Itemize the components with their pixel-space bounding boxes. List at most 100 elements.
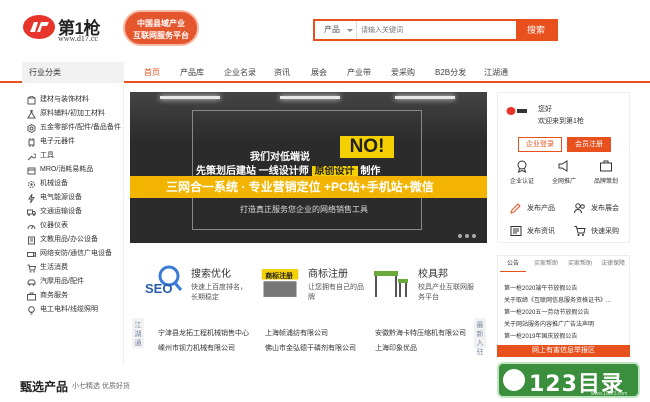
cart-icon [27, 264, 36, 273]
notice-item[interactable]: 第一枪2020五一劳动节放假公告 [504, 307, 589, 316]
feature-xiaojubang[interactable]: 校具邦 校具产业互联网服务平台 [362, 257, 480, 315]
company-link[interactable]: 安徽黔海卡特压缩机有限公司 [375, 328, 466, 338]
banner-strip-text: 三网合一系统 · 专业营销定位 +PC站+手机站+微信 [166, 180, 434, 194]
banner-no: NO! [340, 136, 394, 158]
banner-line-2: 先策划后建站 一线设计师 原创设计 制作 [196, 162, 380, 177]
company-link[interactable]: 上海印象优品 [375, 343, 417, 353]
tab-jianghutong[interactable]: 江湖通 [132, 318, 144, 348]
flask-icon [27, 110, 36, 119]
company-link[interactable]: 嵊州市钡力机械有限公司 [158, 343, 235, 353]
sidebar-item-label: 生活消费 [40, 264, 68, 271]
nav-item-products[interactable]: 产品库 [180, 62, 204, 83]
sidebar-item-mro[interactable]: MRO/消耗易耗品 [22, 163, 124, 177]
quick-purchase-link[interactable]: 快速采购 [566, 224, 624, 238]
badge-line-1: 中国县域产业 [137, 18, 185, 28]
sidebar-item-instruments[interactable]: 仪器仪表 [22, 219, 124, 233]
brand-label: 品牌策划 [593, 179, 618, 185]
feature-seo[interactable]: SEO 搜索优化 快速上百度排名，长期稳定 [135, 257, 253, 315]
publish-product-icon [510, 203, 521, 214]
sidebar-item-label: 电子元器件 [40, 138, 75, 145]
notice-item[interactable]: 第一枪2019年国庆放假公告 [504, 331, 577, 340]
nav-item-home[interactable]: 首页 [144, 62, 160, 83]
truck-icon [27, 209, 36, 216]
sidebar-item-tools[interactable]: 工具 [22, 149, 124, 163]
carousel-dot[interactable] [472, 234, 476, 238]
certify-icon [517, 160, 527, 173]
sidebar-item-security[interactable]: 网络安防/通信广电设备 [22, 247, 124, 261]
feature-trademark[interactable]: 商标注册 商标注册 让您拥有自己的品牌 [252, 257, 370, 315]
banner-line-1: 我们对低端说 [250, 152, 310, 163]
login-button[interactable]: 企业登录 [518, 137, 562, 152]
publish-news-link[interactable]: 发布资讯 [502, 224, 560, 238]
search-button[interactable]: 搜索 [516, 21, 556, 39]
tab-legal[interactable]: 法律保障 [598, 256, 628, 272]
feature-title: 商标注册 [308, 269, 348, 280]
brand-link[interactable]: 品牌策划 [588, 159, 624, 189]
main-nav: 行业分类 首页 产品库 企业名录 资讯 展会 产业带 爱采购 B2B分发 江湖通 [0, 62, 650, 83]
sidebar-item-label: 汽摩用品/配件 [40, 278, 84, 285]
nav-item-industry-belt[interactable]: 产业带 [347, 62, 371, 83]
sidebar-item-business[interactable]: 商务服务 [22, 289, 124, 303]
user-welcome: 欢迎来到第1枪 [538, 118, 584, 125]
sidebar-item-consumer[interactable]: 生活消费 [22, 261, 124, 275]
certify-link[interactable]: 企业认证 [504, 159, 540, 189]
sidebar-item-materials[interactable]: 原料辅料/初加工材料 [22, 107, 124, 121]
brand-icon [600, 160, 612, 172]
sidebar-item-machinery[interactable]: 机械设备 [22, 177, 124, 191]
search-input[interactable] [361, 22, 501, 38]
nut-icon [27, 124, 36, 133]
sidebar-item-auto[interactable]: 汽摩用品/配件 [22, 275, 124, 289]
trademark-badge-text: 商标注册 [265, 271, 293, 280]
briefcase-icon [27, 292, 36, 301]
nav-item-b2b[interactable]: B2B分发 [435, 62, 466, 83]
search-category-select[interactable]: 产品 [315, 21, 357, 39]
book-icon [28, 236, 35, 245]
company-link[interactable]: 宁津县龙拓工程机械销售中心 [158, 328, 249, 338]
building-icon [27, 96, 36, 105]
nav-item-companies[interactable]: 企业名录 [224, 62, 256, 83]
publish-news-icon [510, 226, 522, 236]
nav-item-news[interactable]: 资讯 [274, 62, 290, 83]
notice-item[interactable]: 第一枪2020端午节放假公告 [504, 283, 577, 292]
quick-purchase-icon [574, 226, 586, 236]
publish-exhibition-link[interactable]: 发布展会 [566, 201, 624, 215]
company-link[interactable]: 上海帧浦纺有限公司 [265, 328, 328, 338]
tab-notice[interactable]: 公告 [500, 256, 526, 272]
sidebar-item-label: 交通运输设备 [40, 208, 82, 215]
company-link[interactable]: 佛山市金弘德干磷剂有限公司 [265, 343, 356, 353]
publish-product-link[interactable]: 发布产品 [502, 201, 560, 215]
user-panel: 您好 欢迎来到第1枪 企业登录 会员注册 企业认证 全网推广 品牌策划 发布产品… [497, 92, 630, 243]
trademark-icon: 商标注册 [261, 269, 299, 297]
chevron-down-icon [347, 29, 353, 32]
sidebar-item-building[interactable]: 建材与装饰材料 [22, 93, 124, 107]
nav-item-aicaigou[interactable]: 爱采购 [391, 62, 415, 83]
feature-desc: 让您拥有自己的品牌 [308, 284, 364, 301]
register-button[interactable]: 会员注册 [567, 137, 611, 152]
wrench-icon [27, 153, 36, 161]
sidebar-item-label: 五金零部件/配件/备品备件 [40, 124, 121, 131]
sidebar-item-electrical[interactable]: 电气能源设备 [22, 191, 124, 205]
sidebar-item-transport[interactable]: 交通运输设备 [22, 205, 124, 219]
carousel-dot[interactable] [458, 234, 462, 238]
carousel-dot[interactable] [465, 234, 469, 238]
sidebar-item-hardware[interactable]: 五金零部件/配件/备品备件 [22, 121, 124, 135]
hero-banner[interactable]: 我们对低端说 NO! 先策划后建站 一线设计师 原创设计 制作 三网合一系统 ·… [130, 92, 487, 243]
tab-seller-help[interactable]: 买家帮助 [565, 256, 595, 272]
bulb-icon [28, 306, 35, 315]
nav-item-jianghutong[interactable]: 江湖通 [484, 62, 508, 83]
report-harmful-button[interactable]: 网上有害信息举报区 [497, 345, 630, 357]
tab-buyer-help[interactable]: 买家帮助 [531, 256, 561, 272]
notice-item[interactable]: 关于网站服务内容推广广告法声明 [504, 319, 594, 328]
banner-strip: 三网合一系统 · 专业营销定位 +PC站+手机站+微信 [130, 176, 487, 198]
sidebar-item-electronics[interactable]: 电子元器件 [22, 135, 124, 149]
watermark-url: www.11223.com [591, 391, 628, 397]
sidebar-item-stationery[interactable]: 文教用品/办公设备 [22, 233, 124, 247]
platform-badge: 中国县域产业 互联网服务平台 [123, 10, 199, 46]
tab-latest-join[interactable]: 最新入驻 [474, 318, 486, 356]
globe-icon [503, 369, 525, 391]
notice-item[interactable]: 关于取缔《互联网信息服务资格证书》... [504, 295, 611, 304]
promote-link[interactable]: 全网推广 [546, 159, 582, 189]
sidebar-item-cables[interactable]: 电工电料/线缆照明 [22, 303, 124, 317]
brand-logo-icon[interactable] [22, 14, 56, 40]
nav-item-exhibition[interactable]: 展会 [311, 62, 327, 83]
